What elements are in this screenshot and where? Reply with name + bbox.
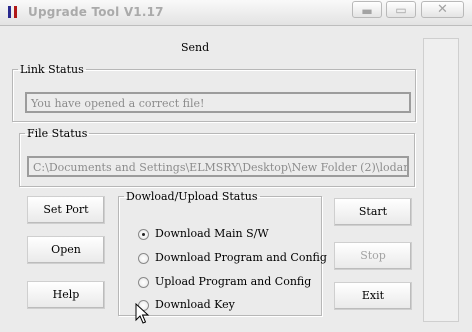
radio-label: Upload Program and Config <box>155 275 312 288</box>
send-label: Send <box>181 41 210 54</box>
maximize-button[interactable]: ▭ <box>386 1 416 18</box>
file-status-group: File Status C:\Documents and Settings\EL… <box>19 127 415 187</box>
link-status-legend: Link Status <box>20 63 84 76</box>
maximize-icon: ▭ <box>395 3 407 17</box>
close-icon: ✕ <box>437 2 448 17</box>
start-button[interactable]: Start <box>334 198 412 226</box>
minimize-icon: ▬ <box>361 4 373 18</box>
side-panel <box>423 38 459 322</box>
download-upload-legend: Dowload/Upload Status <box>126 190 258 203</box>
app-icon <box>7 5 19 19</box>
help-button[interactable]: Help <box>27 281 105 309</box>
radio-button[interactable] <box>138 253 149 264</box>
file-status-legend: File Status <box>27 127 88 140</box>
radio-label: Download Main S/W <box>155 227 269 240</box>
upgrade-tool-window: Upgrade Tool V1.17 ▬ ▭ ✕ Send Link Statu… <box>0 0 472 332</box>
link-status-group: Link Status You have opened a correct fi… <box>12 63 416 122</box>
minimize-button[interactable]: ▬ <box>352 1 382 18</box>
title-bar[interactable]: Upgrade Tool V1.17 ▬ ▭ ✕ <box>0 0 472 26</box>
mouse-pointer-icon <box>135 303 150 324</box>
link-status-field[interactable]: You have opened a correct file! <box>25 92 411 113</box>
radio-button-selected[interactable] <box>138 229 149 240</box>
radio-label: Download Program and Config <box>155 251 327 264</box>
radio-button[interactable] <box>138 277 149 288</box>
open-button[interactable]: Open <box>27 236 105 264</box>
set-port-button[interactable]: Set Port <box>27 196 105 224</box>
radio-label: Download Key <box>155 298 235 311</box>
window-title: Upgrade Tool V1.17 <box>28 5 164 19</box>
exit-button[interactable]: Exit <box>334 282 412 310</box>
close-button[interactable]: ✕ <box>421 1 464 18</box>
download-upload-group: Dowload/Upload Status Download Main S/W … <box>118 190 327 316</box>
file-path-field[interactable]: C:\Documents and Settings\ELMSRY\Desktop… <box>27 156 409 177</box>
stop-button[interactable]: Stop <box>334 242 412 270</box>
